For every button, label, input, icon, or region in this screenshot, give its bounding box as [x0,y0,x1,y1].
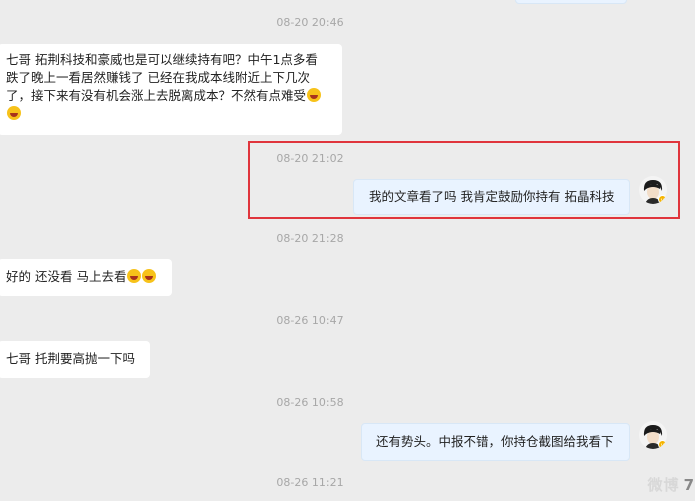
message-text: 七哥 托荆要高抛一下吗 [6,351,135,366]
timestamp: 08-20 21:28 [276,232,344,245]
watermark-number: 7 [683,476,695,494]
laughing-emoji-icon [127,269,142,283]
timestamp: 08-26 10:58 [276,396,344,409]
partial-message-bubble [515,0,627,4]
message-text: 我的文章看了吗 我肯定鼓励你持有 拓晶科技 [369,189,615,204]
laughing-emoji-icon [142,269,157,283]
avatar[interactable]: v [639,421,667,449]
incoming-message[interactable]: 好的 还没看 马上去看 [0,259,172,296]
avatar[interactable]: v [639,176,667,204]
timestamp: 08-26 10:47 [276,314,344,327]
incoming-message[interactable]: 七哥 托荆要高抛一下吗 [0,341,150,378]
incoming-message[interactable]: 七哥 拓荆科技和豪威也是可以继续持有吧？中午1点多看跌了晚上一看居然赚钱了 已经… [0,44,342,135]
outgoing-message[interactable]: 还有势头。中报不错，你持仓截图给我看下 [361,423,630,461]
laughing-emoji-icon [307,88,322,102]
watermark-text: 微博 [647,476,680,494]
message-text: 七哥 拓荆科技和豪威也是可以继续持有吧？中午1点多看跌了晚上一看居然赚钱了 已经… [6,52,318,103]
verified-badge-icon: v [658,440,667,449]
timestamp: 08-26 11:21 [276,476,344,489]
laughing-emoji-icon [7,106,21,120]
verified-badge-icon: v [658,195,667,204]
watermark: 微博 7 [648,474,695,495]
message-text: 好的 还没看 马上去看 [6,269,127,284]
timestamp: 08-20 20:46 [276,16,344,29]
message-text: 还有势头。中报不错，你持仓截图给我看下 [376,434,614,449]
outgoing-message[interactable]: 我的文章看了吗 我肯定鼓励你持有 拓晶科技 [353,179,630,215]
